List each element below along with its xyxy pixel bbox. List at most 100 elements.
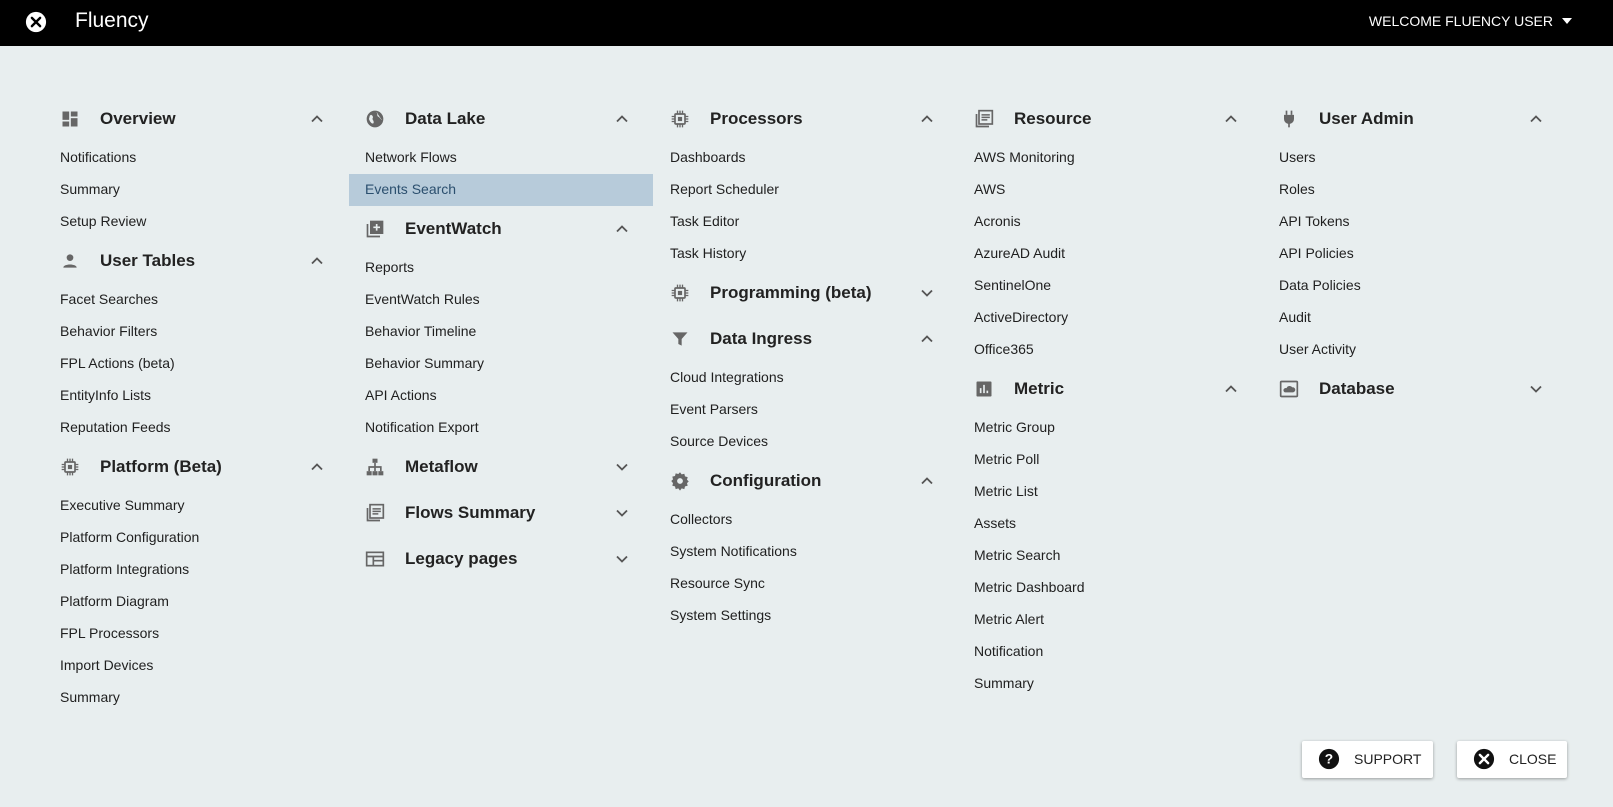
menu-item-source-devices[interactable]: Source Devices [654,426,958,458]
menu-item-reputation-feeds[interactable]: Reputation Feeds [44,412,348,444]
menu-item-users[interactable]: Users [1263,142,1567,174]
section-header-processors[interactable]: Processors [654,96,958,142]
menu-item-metric-poll[interactable]: Metric Poll [958,444,1262,476]
menu-item-label: EntityInfo Lists [60,387,152,403]
menu-item-summary[interactable]: Summary [958,668,1262,700]
section-header-legacy-pages[interactable]: Legacy pages [349,536,653,582]
chevron-up-icon[interactable] [1529,112,1543,126]
chevron-up-icon[interactable] [920,332,934,346]
section-header-platform-beta[interactable]: Platform (Beta) [44,444,348,490]
menu-item-metric-search[interactable]: Metric Search [958,540,1262,572]
chevron-up-icon[interactable] [920,474,934,488]
menu-item-system-notifications[interactable]: System Notifications [654,536,958,568]
menu-item-data-policies[interactable]: Data Policies [1263,270,1567,302]
menu-item-task-editor[interactable]: Task Editor [654,206,958,238]
menu-item-api-tokens[interactable]: API Tokens [1263,206,1567,238]
menu-item-assets[interactable]: Assets [958,508,1262,540]
section-header-metaflow[interactable]: Metaflow [349,444,653,490]
chevron-down-icon[interactable] [1529,382,1543,396]
menu-item-azuread-audit[interactable]: AzureAD Audit [958,238,1262,270]
menu-item-behavior-summary[interactable]: Behavior Summary [349,348,653,380]
menu-item-api-actions[interactable]: API Actions [349,380,653,412]
menu-item-aws-monitoring[interactable]: AWS Monitoring [958,142,1262,174]
menu-item-report-scheduler[interactable]: Report Scheduler [654,174,958,206]
chevron-down-icon[interactable] [615,460,629,474]
chevron-up-icon[interactable] [1224,382,1238,396]
menu-item-audit[interactable]: Audit [1263,302,1567,334]
menu-item-network-flows[interactable]: Network Flows [349,142,653,174]
menu-item-dashboards[interactable]: Dashboards [654,142,958,174]
menu-item-events-search[interactable]: Events Search [349,174,653,206]
menu-item-activedirectory[interactable]: ActiveDirectory [958,302,1262,334]
menu-item-facet-searches[interactable]: Facet Searches [44,284,348,316]
menu-item-fpl-actions-beta[interactable]: FPL Actions (beta) [44,348,348,380]
menu-item-metric-dashboard[interactable]: Metric Dashboard [958,572,1262,604]
support-button[interactable]: ? SUPPORT [1302,741,1433,778]
menu-item-notification[interactable]: Notification [958,636,1262,668]
menu-item-behavior-filters[interactable]: Behavior Filters [44,316,348,348]
menu-item-eventwatch-rules[interactable]: EventWatch Rules [349,284,653,316]
menu-item-metric-group[interactable]: Metric Group [958,412,1262,444]
menu-item-acronis[interactable]: Acronis [958,206,1262,238]
menu-item-aws[interactable]: AWS [958,174,1262,206]
close-circle-icon[interactable] [25,11,47,33]
help-circle-icon: ? [1318,748,1340,770]
menu-item-platform-configuration[interactable]: Platform Configuration [44,522,348,554]
chevron-down-icon[interactable] [920,286,934,300]
menu-item-metric-list[interactable]: Metric List [958,476,1262,508]
menu-item-sentinelone[interactable]: SentinelOne [958,270,1262,302]
section-header-metric[interactable]: Metric [958,366,1262,412]
menu-item-api-policies[interactable]: API Policies [1263,238,1567,270]
section-header-database[interactable]: Database [1263,366,1567,412]
chevron-up-icon[interactable] [310,112,324,126]
menu-item-platform-diagram[interactable]: Platform Diagram [44,586,348,618]
menu-item-resource-sync[interactable]: Resource Sync [654,568,958,600]
section-header-flows-summary[interactable]: Flows Summary [349,490,653,536]
chevron-down-icon[interactable] [615,552,629,566]
user-menu[interactable]: WELCOME FLUENCY USER [1369,13,1573,29]
menu-item-summary[interactable]: Summary [44,174,348,206]
chevron-up-icon[interactable] [310,460,324,474]
menu-item-label: Dashboards [670,149,746,165]
menu-item-user-activity[interactable]: User Activity [1263,334,1567,366]
chevron-down-icon[interactable] [615,506,629,520]
section-header-data-lake[interactable]: Data Lake [349,96,653,142]
section-header-resource[interactable]: Resource [958,96,1262,142]
section-header-configuration[interactable]: Configuration [654,458,958,504]
section-header-data-ingress[interactable]: Data Ingress [654,316,958,362]
menu-item-reports[interactable]: Reports [349,252,653,284]
chevron-up-icon[interactable] [1224,112,1238,126]
chevron-up-icon[interactable] [310,254,324,268]
chevron-up-icon[interactable] [615,112,629,126]
menu-item-summary[interactable]: Summary [44,682,348,714]
menu-item-notifications[interactable]: Notifications [44,142,348,174]
menu-item-executive-summary[interactable]: Executive Summary [44,490,348,522]
chevron-up-icon[interactable] [615,222,629,236]
menu-item-office365[interactable]: Office365 [958,334,1262,366]
menu-item-setup-review[interactable]: Setup Review [44,206,348,238]
menu-item-cloud-integrations[interactable]: Cloud Integrations [654,362,958,394]
menu-item-fpl-processors[interactable]: FPL Processors [44,618,348,650]
section-header-user-admin[interactable]: User Admin [1263,96,1567,142]
menu-item-metric-alert[interactable]: Metric Alert [958,604,1262,636]
person-icon [60,251,80,271]
menu-item-task-history[interactable]: Task History [654,238,958,270]
menu-item-roles[interactable]: Roles [1263,174,1567,206]
chevron-up-icon[interactable] [920,112,934,126]
section-title: Resource [1014,109,1092,128]
menu-item-notification-export[interactable]: Notification Export [349,412,653,444]
menu-item-import-devices[interactable]: Import Devices [44,650,348,682]
menu-item-entityinfo-lists[interactable]: EntityInfo Lists [44,380,348,412]
menu-item-label: Collectors [670,511,733,527]
menu-item-label: Summary [60,181,120,197]
section-header-overview[interactable]: Overview [44,96,348,142]
section-header-eventwatch[interactable]: EventWatch [349,206,653,252]
menu-item-platform-integrations[interactable]: Platform Integrations [44,554,348,586]
menu-item-behavior-timeline[interactable]: Behavior Timeline [349,316,653,348]
section-header-programming-beta[interactable]: Programming (beta) [654,270,958,316]
section-header-user-tables[interactable]: User Tables [44,238,348,284]
menu-item-collectors[interactable]: Collectors [654,504,958,536]
menu-item-system-settings[interactable]: System Settings [654,600,958,632]
close-button[interactable]: CLOSE [1457,741,1567,778]
menu-item-event-parsers[interactable]: Event Parsers [654,394,958,426]
